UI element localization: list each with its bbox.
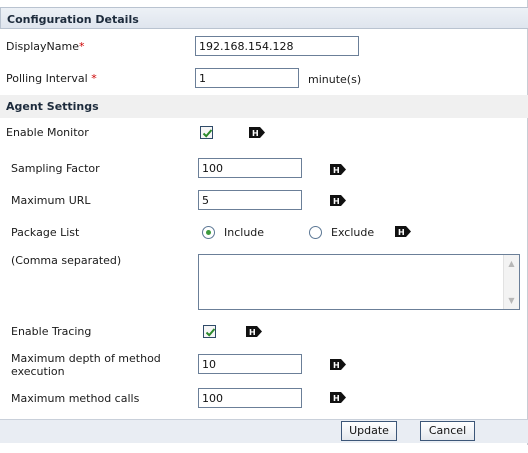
max-method-calls-label: Maximum method calls [11, 392, 140, 405]
polling-unit-label: minute(s) [308, 73, 362, 86]
include-radio-label[interactable]: Include [224, 226, 264, 239]
enable-monitor-label: Enable Monitor [6, 126, 89, 139]
configuration-form: Configuration Details DisplayName* Polli… [0, 0, 528, 445]
max-method-calls-input[interactable] [198, 388, 302, 408]
help-icon[interactable]: H [330, 359, 346, 370]
help-icon[interactable]: H [330, 195, 346, 206]
include-radio[interactable] [202, 226, 215, 239]
section-title: Agent Settings [6, 100, 99, 113]
svg-text:H: H [249, 328, 256, 337]
svg-text:H: H [333, 361, 340, 370]
polling-interval-label-text: Polling Interval [6, 72, 88, 85]
enable-tracing-label: Enable Tracing [11, 325, 92, 338]
section-title: Configuration Details [7, 13, 139, 26]
svg-text:H: H [252, 129, 259, 138]
required-mark: * [91, 72, 97, 85]
enable-tracing-checkbox[interactable] [203, 325, 216, 338]
max-depth-input[interactable] [198, 354, 302, 374]
display-name-label-text: DisplayName [6, 40, 79, 53]
maximum-url-label: Maximum URL [11, 194, 91, 207]
exclude-radio[interactable] [309, 226, 322, 239]
max-depth-label-line1: Maximum depth of method [11, 352, 161, 365]
textarea-scrollbar[interactable]: ▲ ▼ [503, 255, 519, 309]
svg-text:H: H [333, 394, 340, 403]
cancel-button[interactable]: Cancel [420, 421, 475, 441]
exclude-radio-label[interactable]: Exclude [331, 226, 374, 239]
sampling-factor-input[interactable] [198, 158, 302, 178]
help-icon[interactable]: H [395, 226, 411, 237]
svg-text:H: H [398, 228, 405, 237]
update-button[interactable]: Update [341, 421, 397, 441]
svg-text:H: H [333, 166, 340, 175]
enable-monitor-checkbox[interactable] [200, 126, 213, 139]
maximum-url-input[interactable] [198, 190, 302, 210]
scroll-up-icon[interactable]: ▲ [507, 259, 516, 268]
svg-text:H: H [333, 197, 340, 206]
scroll-down-icon[interactable]: ▼ [507, 296, 516, 305]
polling-interval-input[interactable] [195, 68, 299, 88]
polling-interval-label: Polling Interval * [6, 72, 97, 85]
check-icon [205, 328, 216, 337]
help-icon[interactable]: H [249, 127, 265, 138]
sampling-factor-label: Sampling Factor [11, 162, 100, 175]
help-icon[interactable]: H [246, 326, 262, 337]
display-name-label: DisplayName* [6, 40, 85, 53]
comma-separated-note: (Comma separated) [11, 254, 122, 267]
configuration-details-header: Configuration Details [0, 7, 528, 29]
max-depth-label: Maximum depth of method execution [11, 352, 161, 378]
max-depth-label-line2: execution [11, 365, 65, 378]
display-name-input[interactable] [195, 36, 359, 56]
radio-selected-dot [206, 230, 211, 235]
help-icon[interactable]: H [330, 164, 346, 175]
help-icon[interactable]: H [330, 392, 346, 403]
package-list-label: Package List [11, 226, 80, 239]
required-mark: * [79, 40, 85, 53]
agent-settings-header: Agent Settings [0, 95, 528, 118]
check-icon [202, 129, 213, 138]
package-list-textarea[interactable]: ▲ ▼ [198, 254, 520, 310]
